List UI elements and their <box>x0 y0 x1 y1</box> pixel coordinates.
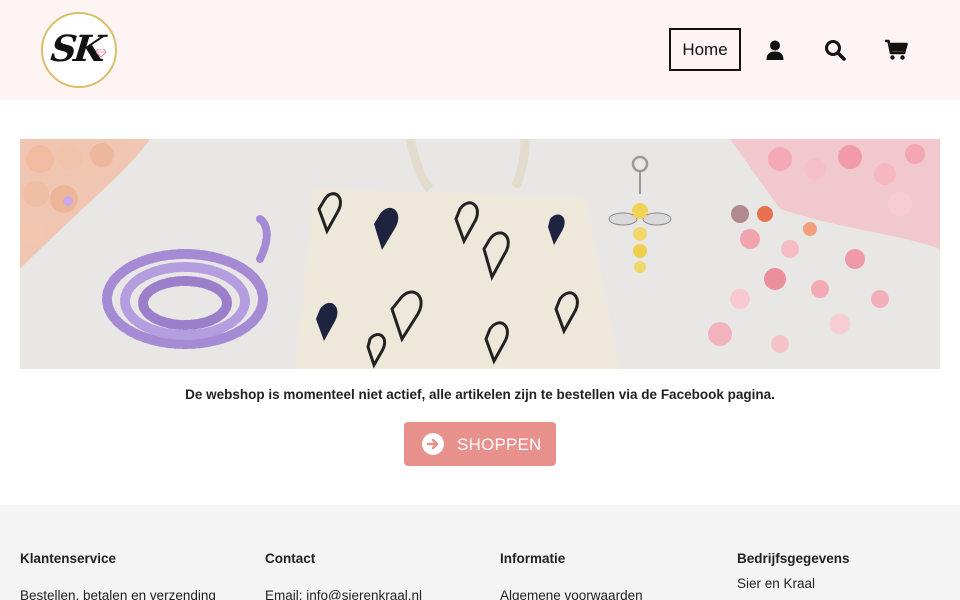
site-logo[interactable]: SK <box>41 12 117 88</box>
footer-link[interactable]: Bestellen, betalen en verzending <box>20 588 216 600</box>
arrow-right-circle-icon <box>422 433 444 455</box>
footer-email-link[interactable]: Email: info@sierenkraal.nl <box>265 588 422 600</box>
shop-button[interactable]: SHOPPEN <box>404 422 556 466</box>
footer-link[interactable]: Algemene voorwaarden <box>500 588 643 600</box>
site-header: SK Home <box>0 0 960 100</box>
webshop-notice: De webshop is momenteel niet actief, all… <box>185 387 775 402</box>
footer-heading: Contact <box>265 551 316 566</box>
diamond-icon <box>96 49 106 57</box>
search-icon[interactable] <box>822 37 848 63</box>
shop-button-label: SHOPPEN <box>457 435 542 454</box>
footer-heading: Klantenservice <box>20 551 117 566</box>
nav-home-button[interactable]: Home <box>669 28 741 71</box>
footer-heading: Informatie <box>500 551 566 566</box>
site-footer: Klantenservice Bestellen, betalen en ver… <box>0 505 960 600</box>
footer-heading: Bedrijfsgegevens <box>737 551 850 566</box>
hero-banner-image <box>20 139 940 369</box>
company-name: Sier en Kraal <box>737 576 816 591</box>
user-icon[interactable] <box>762 37 788 63</box>
cart-icon[interactable] <box>883 37 909 63</box>
